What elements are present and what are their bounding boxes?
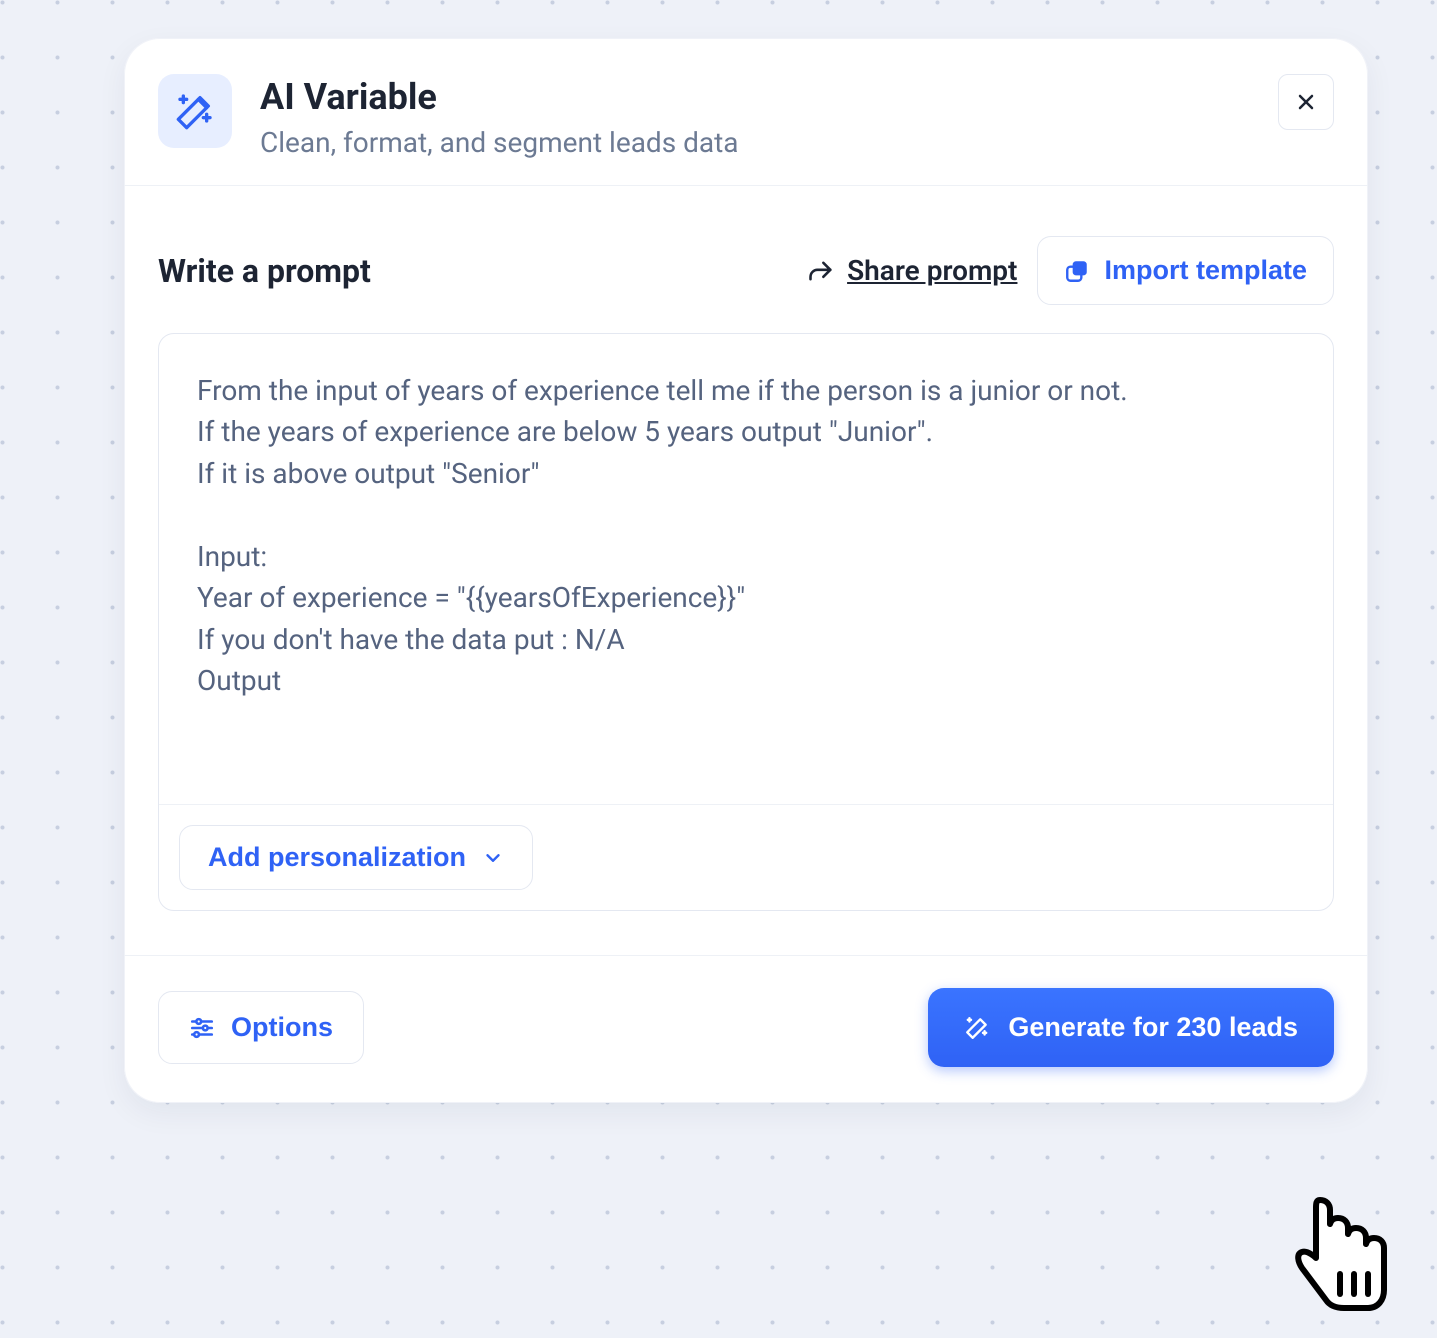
cursor-hand-icon: [1280, 1190, 1400, 1320]
share-icon: [807, 257, 835, 285]
prompt-textarea[interactable]: [159, 334, 1333, 804]
sparkle-wand-icon: [964, 1015, 990, 1041]
copy-icon: [1064, 258, 1090, 284]
chevron-down-icon: [482, 847, 504, 869]
modal-title: AI Variable: [260, 76, 1278, 118]
import-template-button[interactable]: Import template: [1037, 236, 1334, 305]
header-titles: AI Variable Clean, format, and segment l…: [260, 74, 1278, 159]
prompt-box: Add personalization: [158, 333, 1334, 911]
prompt-section-row: Write a prompt Share prompt Import templ…: [124, 186, 1368, 333]
wand-icon-box: [158, 74, 232, 148]
wand-icon: [175, 91, 215, 131]
modal-subtitle: Clean, format, and segment leads data: [260, 126, 1278, 159]
options-label: Options: [231, 1012, 333, 1043]
import-template-label: Import template: [1104, 255, 1307, 286]
prompt-section-title: Write a prompt: [158, 252, 787, 290]
share-prompt-link[interactable]: Share prompt: [807, 254, 1017, 287]
generate-button[interactable]: Generate for 230 leads: [928, 988, 1334, 1067]
modal-header: AI Variable Clean, format, and segment l…: [124, 38, 1368, 186]
share-prompt-label: Share prompt: [847, 254, 1017, 287]
add-personalization-button[interactable]: Add personalization: [179, 825, 533, 890]
add-personalization-label: Add personalization: [208, 842, 466, 873]
sliders-icon: [189, 1015, 215, 1041]
close-icon: [1294, 90, 1318, 114]
options-button[interactable]: Options: [158, 991, 364, 1064]
generate-label: Generate for 230 leads: [1008, 1012, 1298, 1043]
modal-footer: Options Generate for 230 leads: [124, 955, 1368, 1103]
prompt-footer: Add personalization: [159, 804, 1333, 910]
close-button[interactable]: [1278, 74, 1334, 130]
ai-variable-modal: AI Variable Clean, format, and segment l…: [124, 38, 1368, 1103]
